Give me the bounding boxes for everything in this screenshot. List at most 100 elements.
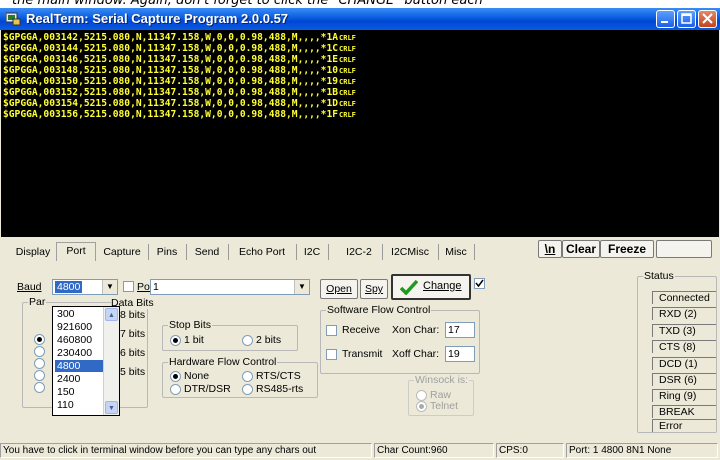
tab-pins[interactable]: Pins — [148, 244, 187, 260]
blank-button[interactable] — [656, 240, 712, 258]
terminal-line: $GPGGA,003148,5215.080,N,11347.158,W,0,0… — [3, 65, 356, 76]
stop-bits-label: Stop Bits — [168, 319, 213, 331]
close-button[interactable] — [698, 10, 717, 28]
transmit-label: Transmit — [342, 348, 383, 360]
char-count: Char Count:960 — [374, 443, 494, 458]
xon-label: Xon Char: — [392, 324, 440, 336]
cps-readout: CPS:0 — [496, 443, 564, 458]
title-bar[interactable]: RealTerm: Serial Capture Program 2.0.0.5… — [0, 8, 720, 30]
data-bits-5[interactable]: 5 bits — [120, 366, 145, 378]
parity-radio[interactable] — [34, 346, 45, 357]
status-cts: CTS (8) — [652, 340, 716, 353]
baud-option[interactable]: 460800 — [55, 334, 106, 346]
caption-text: the main window. Again, don't forget to … — [12, 0, 483, 8]
tab-i2c[interactable]: I2C — [296, 244, 329, 260]
parity-radio[interactable] — [34, 334, 45, 345]
clear-button[interactable]: Clear — [562, 240, 600, 258]
tab-capture[interactable]: Capture — [96, 244, 149, 260]
window-title: RealTerm: Serial Capture Program 2.0.0.5… — [26, 11, 289, 26]
terminal-line: $GPGGA,003142,5215.080,N,11347.158,W,0,0… — [3, 32, 356, 43]
baud-label: Baud — [17, 281, 42, 293]
data-bits-6[interactable]: 6 bits — [120, 347, 145, 359]
baud-select[interactable]: 4800 ▼ — [52, 279, 118, 295]
change-checkbox[interactable] — [474, 278, 485, 289]
baud-option[interactable]: 150 — [55, 386, 106, 398]
dropdown-scrollbar[interactable]: ▲ ▼ — [103, 307, 119, 415]
flow-dtrdsr-radio[interactable] — [170, 384, 181, 395]
maximize-button[interactable] — [677, 10, 696, 28]
tab-strip: Display Port Capture Pins Send Echo Port… — [10, 242, 490, 261]
stop-bits-2-radio[interactable] — [242, 335, 253, 346]
stop-bits-1-radio[interactable] — [170, 335, 181, 346]
flow-none-label: None — [184, 370, 210, 382]
status-break: BREAK — [652, 405, 716, 418]
port-checkbox[interactable] — [123, 281, 134, 292]
xoff-label: Xoff Char: — [392, 348, 440, 360]
receive-checkbox[interactable] — [326, 325, 337, 336]
terminal-line: $GPGGA,003152,5215.080,N,11347.158,W,0,0… — [3, 87, 356, 98]
change-label: Change — [423, 280, 462, 292]
tab-i2c-2[interactable]: I2C-2 — [336, 244, 383, 260]
terminal-line: $GPGGA,003156,5215.080,N,11347.158,W,0,0… — [3, 109, 356, 120]
crlf-marker: CRLF — [339, 111, 356, 119]
chevron-down-icon[interactable]: ▼ — [294, 280, 309, 294]
crlf-marker: CRLF — [339, 89, 356, 97]
status-dsr: DSR (6) — [652, 373, 716, 386]
crlf-marker: CRLF — [339, 34, 356, 42]
software-flow-group: Software Flow Control — [320, 304, 480, 374]
newline-button[interactable]: \n — [538, 240, 562, 258]
flow-rs485-label: RS485-rts — [256, 383, 304, 395]
xon-input[interactable]: 17 — [445, 322, 475, 338]
status-label: Status — [643, 270, 675, 282]
flow-rtscts-radio[interactable] — [242, 371, 253, 382]
parity-radio[interactable] — [34, 382, 45, 393]
baud-dropdown-list[interactable]: 300 921600 460800 230400 4800 2400 150 1… — [52, 306, 120, 416]
port-select[interactable]: 1 ▼ — [150, 279, 310, 295]
terminal-line: $GPGGA,003154,5215.080,N,11347.158,W,0,0… — [3, 98, 356, 109]
baud-option[interactable]: 921600 — [55, 321, 106, 333]
parity-radio[interactable] — [34, 358, 45, 369]
parity-radio[interactable] — [34, 370, 45, 381]
xoff-input[interactable]: 19 — [445, 346, 475, 362]
open-button[interactable]: Open — [320, 279, 358, 299]
flow-none-radio[interactable] — [170, 371, 181, 382]
change-button[interactable]: Change — [391, 274, 471, 300]
tab-misc[interactable]: Misc — [438, 244, 475, 260]
stop-bits-2-label: 2 bits — [256, 334, 282, 346]
baud-option[interactable]: 230400 — [55, 347, 106, 359]
transmit-checkbox[interactable] — [326, 349, 337, 360]
tab-display[interactable]: Display — [10, 244, 57, 260]
baud-option-selected[interactable]: 4800 — [55, 360, 106, 372]
scroll-up-icon[interactable]: ▲ — [105, 308, 118, 321]
freeze-button[interactable]: Freeze — [600, 240, 654, 258]
winsock-telnet-radio[interactable] — [416, 401, 427, 412]
chevron-down-icon[interactable]: ▼ — [102, 280, 117, 294]
software-flow-label: Software Flow Control — [326, 304, 432, 316]
data-bits-8[interactable]: 8 bits — [120, 309, 145, 321]
tab-i2cmisc[interactable]: I2CMisc — [382, 244, 439, 260]
hardware-flow-label: Hardware Flow Control — [168, 356, 278, 368]
baud-option[interactable]: 110 — [55, 399, 106, 411]
port-value: 1 — [153, 281, 159, 293]
crlf-marker: CRLF — [339, 56, 356, 64]
spy-button[interactable]: Spy — [360, 279, 388, 299]
scroll-down-icon[interactable]: ▼ — [105, 401, 118, 414]
terminal-window[interactable]: $GPGGA,003142,5215.080,N,11347.158,W,0,0… — [1, 30, 719, 237]
tab-send[interactable]: Send — [186, 244, 229, 260]
app-icon — [6, 12, 21, 26]
baud-option[interactable]: 2400 — [55, 373, 106, 385]
tab-echo-port[interactable]: Echo Port — [228, 244, 297, 260]
page-caption-fragment: the main window. Again, don't forget to … — [0, 0, 720, 8]
flow-rs485-radio[interactable] — [242, 384, 253, 395]
realterm-window: RealTerm: Serial Capture Program 2.0.0.5… — [0, 8, 720, 460]
checkmark-icon — [400, 279, 418, 295]
check-icon — [475, 279, 484, 288]
crlf-marker: CRLF — [339, 100, 356, 108]
crlf-marker: CRLF — [339, 67, 356, 75]
baud-option[interactable]: 300 — [55, 308, 106, 320]
data-bits-7[interactable]: 7 bits — [120, 328, 145, 340]
minimize-button[interactable] — [656, 10, 675, 28]
tab-port[interactable]: Port — [56, 242, 96, 261]
winsock-raw-radio[interactable] — [416, 390, 427, 401]
winsock-label: Winsock is: — [414, 374, 470, 386]
